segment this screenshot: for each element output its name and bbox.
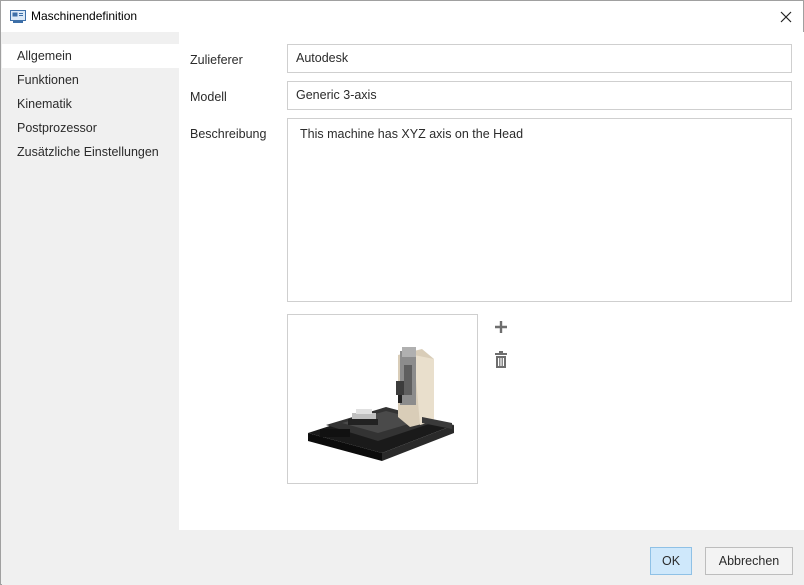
trash-icon	[495, 350, 507, 368]
machine-illustration	[308, 347, 454, 461]
sidebar-item-funktionen[interactable]: Funktionen	[2, 68, 179, 92]
vendor-label: Zulieferer	[190, 53, 243, 67]
sidebar: Allgemein Funktionen Kinematik Postproze…	[2, 32, 179, 530]
window-title: Maschinendefinition	[31, 9, 138, 23]
vendor-field[interactable]: Autodesk	[287, 44, 792, 73]
sidebar-item-postprozessor[interactable]: Postprozessor	[2, 116, 179, 140]
ok-button[interactable]: OK	[650, 547, 692, 575]
machine-image	[287, 314, 478, 484]
machine-window-icon	[10, 10, 26, 23]
sidebar-item-kinematik[interactable]: Kinematik	[2, 92, 179, 116]
cancel-button[interactable]: Abbrechen	[705, 547, 793, 575]
description-label: Beschreibung	[190, 127, 267, 141]
plus-icon	[495, 321, 507, 333]
close-button[interactable]	[769, 1, 803, 32]
add-image-button[interactable]	[492, 317, 510, 337]
sidebar-item-allgemein[interactable]: Allgemein	[2, 44, 179, 68]
sidebar-item-zusaetzliche-einstellungen[interactable]: Zusätzliche Einstellungen	[2, 140, 179, 164]
dialog-footer: OK Abbrechen	[2, 530, 804, 585]
description-textarea[interactable]: This machine has XYZ axis on the Head	[287, 118, 792, 302]
close-icon	[780, 11, 792, 22]
machine-definition-dialog: Maschinendefinition Allgemein Funktionen…	[0, 0, 804, 585]
general-settings-panel: Zulieferer Autodesk Modell Generic 3-axi…	[179, 32, 804, 530]
title-bar: Maschinendefinition	[1, 1, 803, 32]
model-label: Modell	[190, 90, 227, 104]
delete-image-button[interactable]	[492, 349, 510, 369]
model-field[interactable]: Generic 3-axis	[287, 81, 792, 110]
